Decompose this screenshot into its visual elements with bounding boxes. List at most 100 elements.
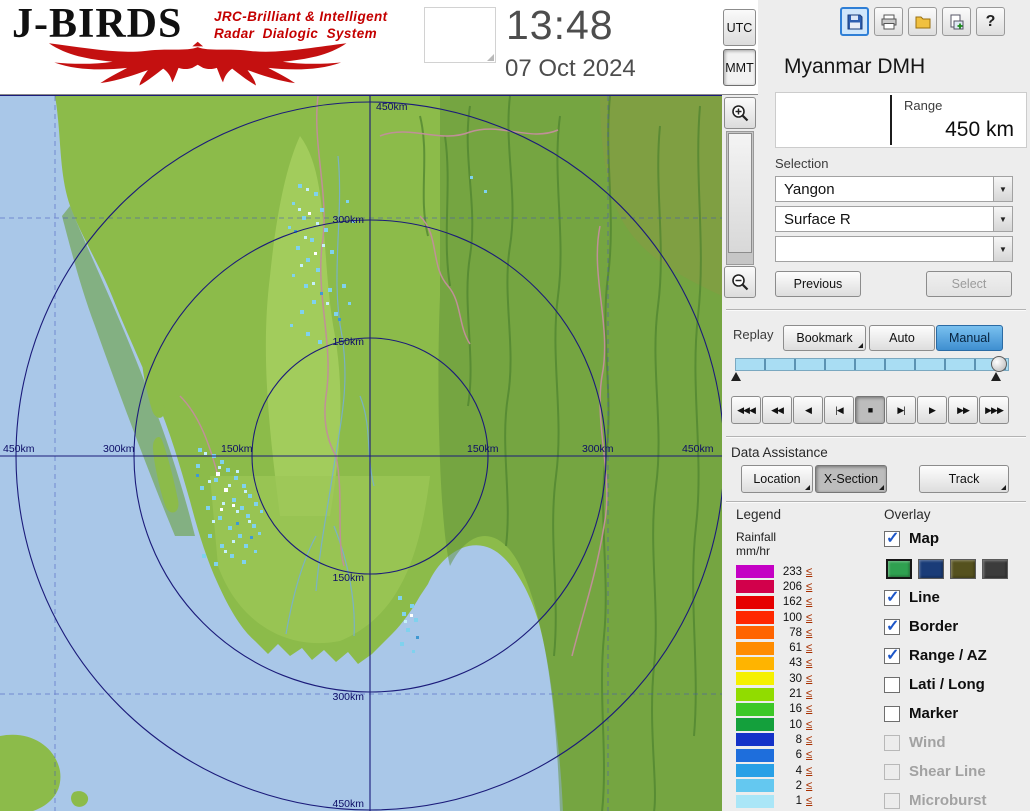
overlay-item-map[interactable]: Map (884, 528, 1024, 548)
overlay-item-wind: Wind (884, 734, 1024, 751)
replay-timeline-slider[interactable] (731, 356, 1009, 381)
blank-display-box (424, 7, 496, 63)
legend-color-bar (736, 748, 774, 762)
legend-row: 6 ≤ (736, 748, 812, 763)
checkbox[interactable] (884, 705, 900, 722)
replay-label: Replay (733, 327, 774, 342)
export-button[interactable] (942, 7, 971, 36)
print-button[interactable] (874, 7, 903, 36)
ring-label: 300km (582, 443, 614, 455)
separator (726, 436, 1026, 438)
track-button[interactable]: Track (919, 465, 1009, 493)
chevron-down-icon[interactable]: ▼ (993, 237, 1012, 261)
checkbox[interactable] (884, 676, 900, 693)
legend-unit-line2: mm/hr (736, 544, 770, 558)
zoom-scrollbar[interactable] (726, 131, 754, 265)
legend-color-bar (736, 565, 774, 579)
site-dropdown[interactable]: Yangon ▼ (775, 176, 1013, 202)
map-style-swatch-1[interactable] (918, 559, 944, 579)
mmt-toggle-button[interactable]: MMT (723, 49, 756, 86)
transport-button-7[interactable]: ▶▶ (948, 396, 978, 424)
overlay-item-marker[interactable]: Marker (884, 705, 1024, 722)
legend-color-bar (736, 595, 774, 609)
control-panel: ? Myanmar DMH Range 450 km Selection Yan… (722, 0, 1030, 811)
transport-button-8[interactable]: ▶▶▶ (979, 396, 1009, 424)
transport-button-5[interactable]: ▶| (886, 396, 916, 424)
legend-color-bar (736, 779, 774, 793)
less-equal-mark: ≤ (806, 703, 813, 716)
overlay-item-label: Marker (909, 705, 959, 722)
overlay-item-border[interactable]: Border (884, 616, 1024, 636)
legend-color-bar (736, 580, 774, 594)
auto-button[interactable]: Auto (869, 325, 935, 351)
slider-thumb[interactable] (991, 356, 1007, 372)
previous-button[interactable]: Previous (775, 271, 861, 297)
legend-value: 4 (795, 764, 802, 777)
ring-label: 300km (332, 691, 364, 703)
overlay-item-line[interactable]: Line (884, 587, 1024, 607)
location-button[interactable]: Location (741, 465, 813, 493)
less-equal-mark: ≤ (806, 611, 813, 624)
zoom-scrollbar-thumb[interactable] (728, 133, 752, 253)
x-section-button[interactable]: X-Section (815, 465, 887, 493)
overlay-item-label: Map (909, 530, 939, 547)
overlay-item-label: Lati / Long (909, 676, 985, 693)
less-equal-mark: ≤ (806, 779, 813, 792)
legend-row: 78 ≤ (736, 625, 812, 640)
ring-label: 450km (3, 443, 35, 455)
legend-value: 30 (789, 672, 802, 685)
chevron-down-icon[interactable]: ▼ (993, 177, 1012, 201)
checkbox[interactable] (884, 587, 900, 607)
help-button[interactable]: ? (976, 7, 1005, 36)
checkbox[interactable] (884, 528, 900, 548)
open-file-button[interactable] (908, 7, 937, 36)
legend-unit-line1: Rainfall (736, 530, 777, 544)
select-button[interactable]: Select (926, 271, 1012, 297)
legend-value: 1 (795, 795, 802, 808)
zoom-in-button[interactable] (724, 97, 756, 129)
map-style-swatches (886, 559, 1024, 579)
playback-controls: ◀◀◀ ◀◀ ◀ |◀ ■ ▶| ▶ ▶▶ ▶▶▶ (731, 396, 1009, 424)
option-dropdown[interactable]: ▼ (775, 236, 1013, 262)
legend-value: 6 (795, 749, 802, 762)
magnifier-minus-icon (732, 274, 749, 291)
folder-icon (915, 16, 930, 28)
transport-button-2[interactable]: ◀ (793, 396, 823, 424)
bookmark-button[interactable]: Bookmark (783, 325, 866, 351)
legend-value: 78 (789, 626, 802, 639)
timeline-start-marker (731, 372, 741, 381)
stop-button[interactable]: ■ (855, 396, 885, 424)
chevron-down-icon[interactable]: ▼ (993, 207, 1012, 231)
map-style-swatch-0[interactable] (886, 559, 912, 579)
logo-subtitle-1: JRC-Brilliant & Intelligent (214, 9, 388, 24)
map-style-swatch-2[interactable] (950, 559, 976, 579)
overlay-item-shear-line: Shear Line (884, 763, 1024, 780)
legend-row: 4 ≤ (736, 763, 812, 778)
transport-button-6[interactable]: ▶ (917, 396, 947, 424)
checkbox (884, 734, 900, 751)
legend-color-bar (736, 656, 774, 670)
checkbox (884, 792, 900, 809)
transport-button-0[interactable]: ◀◀◀ (731, 396, 761, 424)
product-dropdown[interactable]: Surface R ▼ (775, 206, 1013, 232)
legend-row: 100 ≤ (736, 610, 812, 625)
selection-label: Selection (775, 156, 829, 171)
radar-map[interactable]: 450km 300km 150km 150km 300km 450km 450k… (0, 95, 722, 811)
less-equal-mark: ≤ (806, 580, 813, 593)
less-equal-mark: ≤ (806, 596, 813, 609)
transport-button-1[interactable]: ◀◀ (762, 396, 792, 424)
overlay-item-range-az[interactable]: Range / AZ (884, 645, 1024, 665)
checkbox[interactable] (884, 645, 900, 665)
manual-button[interactable]: Manual (936, 325, 1003, 351)
save-button[interactable] (840, 7, 869, 36)
utc-toggle-button[interactable]: UTC (723, 9, 756, 46)
less-equal-mark: ≤ (806, 642, 813, 655)
map-style-swatch-3[interactable] (982, 559, 1008, 579)
checkbox[interactable] (884, 616, 900, 636)
transport-button-3[interactable]: |◀ (824, 396, 854, 424)
ring-label: 300km (332, 214, 364, 226)
overlay-item-lati-long[interactable]: Lati / Long (884, 676, 1024, 693)
less-equal-mark: ≤ (806, 565, 813, 578)
rainfall-legend: 233 ≤206 ≤162 ≤100 ≤78 ≤61 ≤43 ≤30 ≤21 ≤16 ≤10 ≤8 ≤6… (736, 564, 812, 809)
zoom-out-button[interactable] (724, 266, 756, 298)
